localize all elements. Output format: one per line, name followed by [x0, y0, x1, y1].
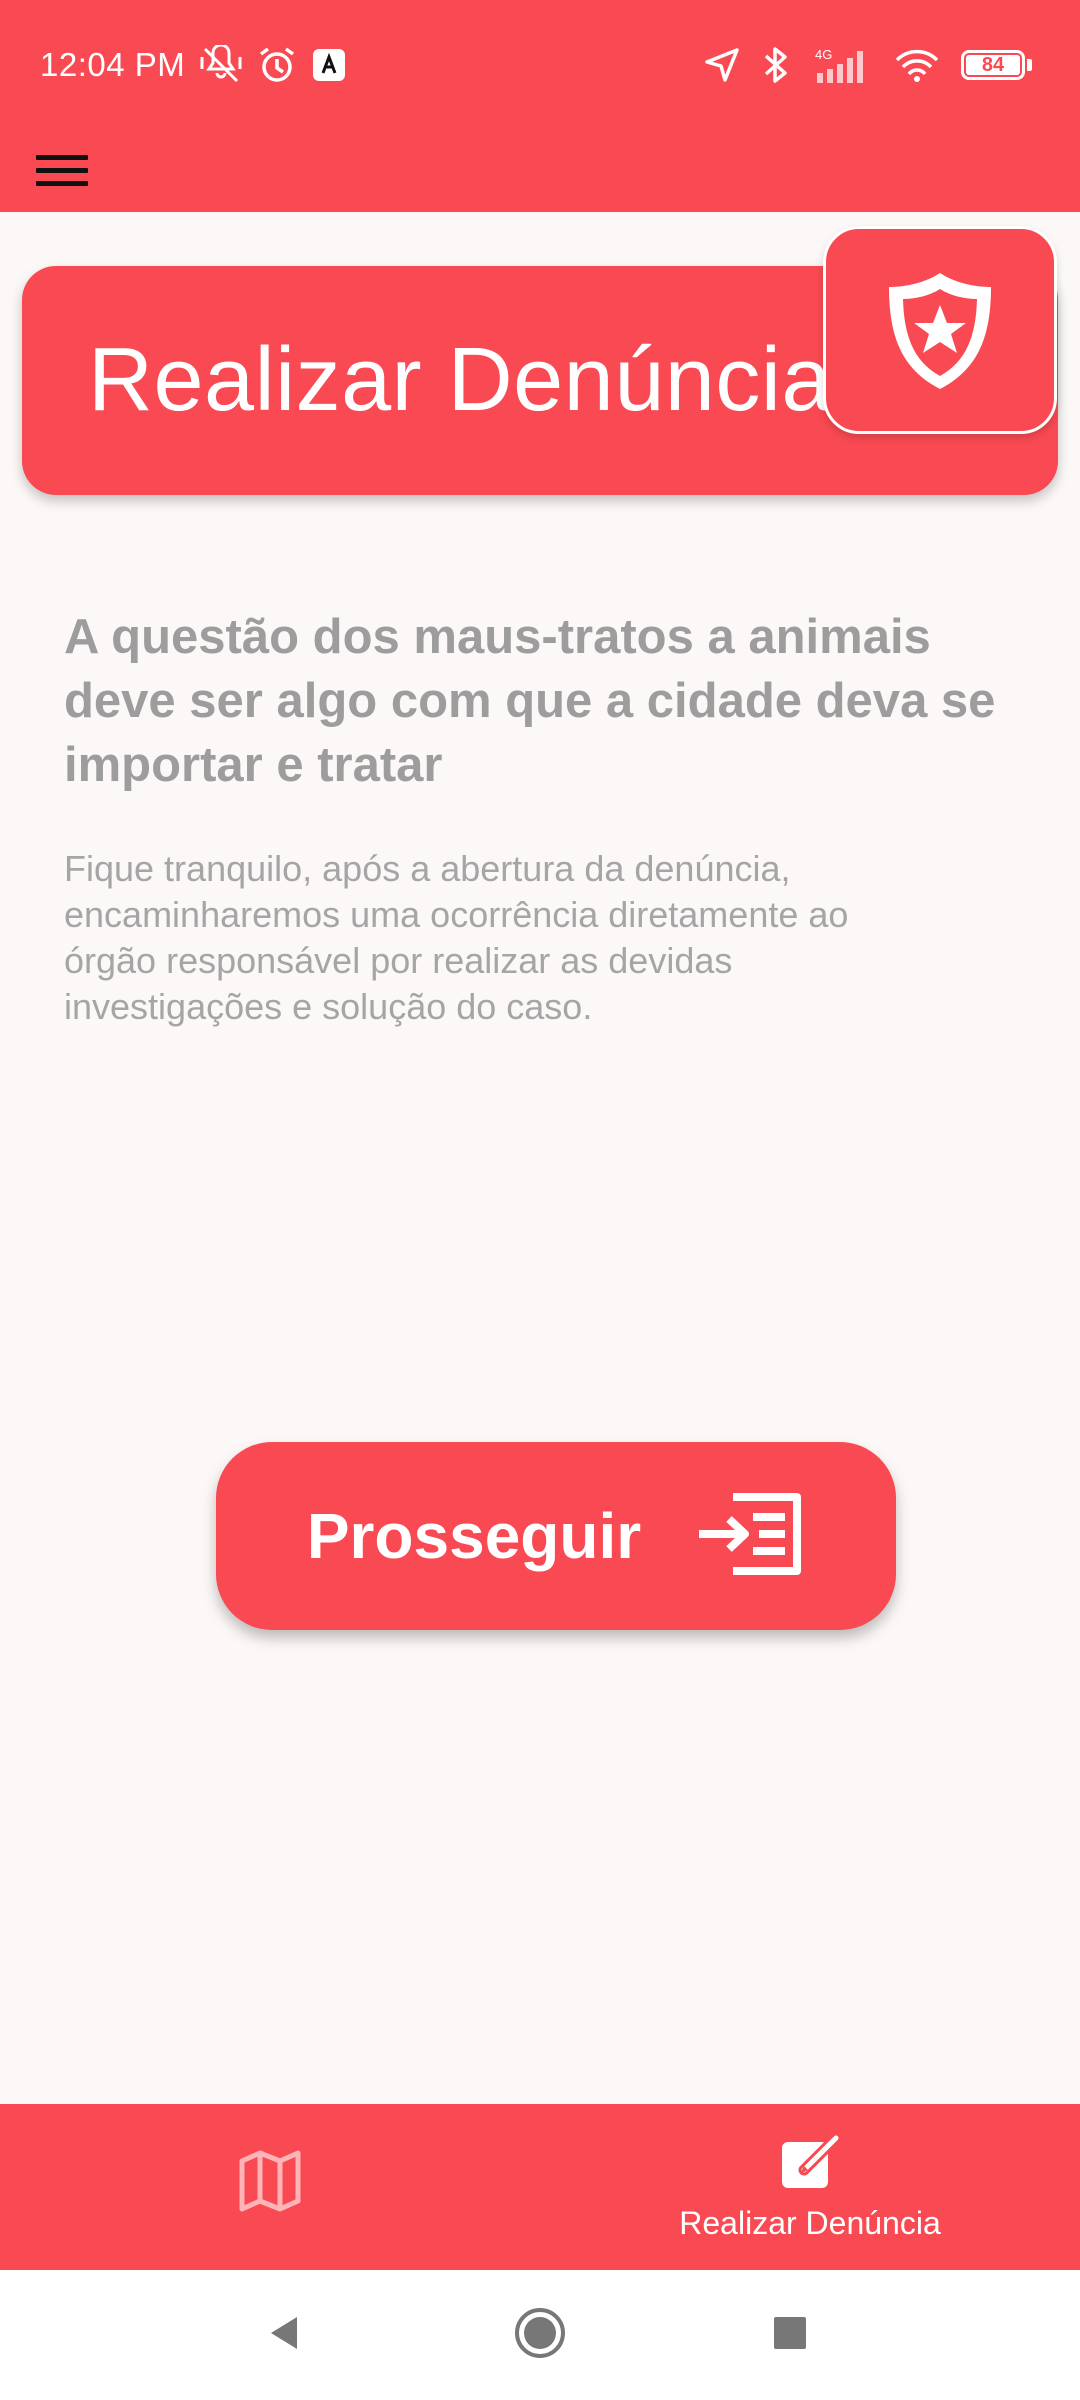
nav-item-realizar-denuncia-label: Realizar Denúncia — [679, 2205, 941, 2241]
alarm-icon — [257, 45, 297, 85]
page-title: Realizar Denúncia — [88, 330, 832, 430]
nav-item-realizar-denuncia[interactable]: Realizar Denúncia — [540, 2104, 1080, 2270]
bluetooth-icon — [761, 45, 791, 85]
menu-line — [36, 180, 88, 186]
proceed-button[interactable]: Prosseguir — [216, 1442, 896, 1630]
proceed-button-label: Prosseguir — [306, 1500, 642, 1572]
recent-apps-button[interactable] — [745, 2270, 835, 2400]
status-left: 12:04 PM — [40, 40, 347, 90]
battery-indicator: 84 — [961, 50, 1032, 80]
wifi-icon — [893, 46, 941, 84]
bottom-navigation: Realizar Denúncia — [0, 2104, 1080, 2270]
status-right: 4G 84 — [703, 40, 1032, 90]
menu-line — [36, 154, 88, 160]
cellular-signal-icon: 4G — [811, 45, 873, 85]
map-icon — [238, 2149, 302, 2218]
app-notification-icon — [311, 47, 347, 83]
headline-text: A questão dos maus-tratos a animais deve… — [64, 610, 996, 792]
network-label: 4G — [815, 47, 832, 62]
hamburger-menu-icon[interactable] — [36, 140, 106, 200]
app-bar — [0, 128, 1080, 212]
battery-tip — [1027, 59, 1032, 71]
status-bar: 12:04 PM 4G 84 — [0, 0, 1080, 128]
form-input-icon — [697, 1489, 805, 1584]
description-text: Fique tranquilo, após a abertura da denú… — [64, 848, 849, 1027]
home-button[interactable] — [495, 2270, 585, 2400]
nav-item-map[interactable] — [0, 2104, 540, 2270]
police-badge-icon — [823, 226, 1057, 434]
menu-line — [36, 167, 88, 173]
system-navigation-bar — [0, 2270, 1080, 2400]
home-circle-icon — [513, 2306, 567, 2365]
battery-icon: 84 — [961, 50, 1025, 80]
back-triangle-icon — [265, 2313, 305, 2358]
mute-vibrate-icon — [199, 45, 243, 85]
edit-note-icon — [778, 2132, 842, 2197]
recent-square-icon — [772, 2315, 808, 2356]
location-arrow-icon — [703, 46, 741, 84]
battery-level: 84 — [966, 54, 1020, 76]
status-time: 12:04 PM — [40, 46, 186, 83]
back-button[interactable] — [240, 2270, 330, 2400]
